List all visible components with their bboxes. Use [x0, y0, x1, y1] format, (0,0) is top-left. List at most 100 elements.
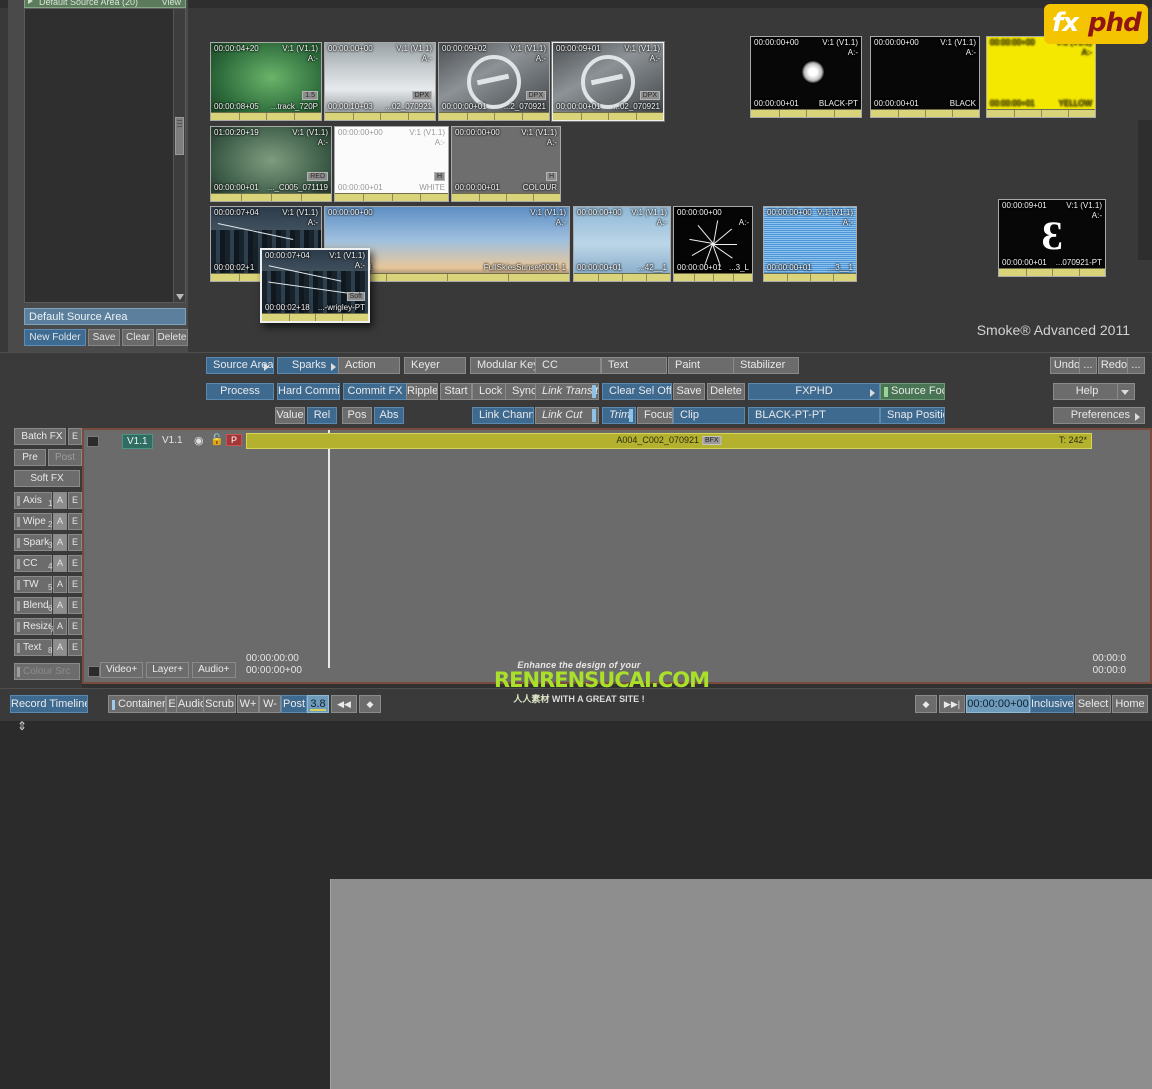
fx-axis-e-button[interactable]: E	[68, 492, 82, 509]
timeline-clip-body[interactable]	[330, 879, 1152, 1089]
thumbnail-clip[interactable]: 00:00:00+00 V:1 (V1.1) A:- 00:00:00+01 Y…	[986, 36, 1096, 118]
help-button[interactable]: Help	[1053, 383, 1121, 400]
undo-more-button[interactable]: ...	[1079, 357, 1097, 374]
thumbnail-clip[interactable]: 00:00:09+02 V:1 (V1.1) A:- DPX 00:00:00+…	[438, 42, 550, 121]
save-button[interactable]: Save	[673, 383, 705, 400]
link-cut-button[interactable]: Link Cut	[535, 407, 599, 424]
w-minus-button[interactable]: W-	[259, 695, 281, 713]
tab-sparks[interactable]: Sparks	[277, 357, 341, 374]
soft-fx-button[interactable]: Soft FX	[14, 470, 80, 487]
dragged-thumbnail-clip[interactable]: 00:00:07+04 V:1 (V1.1) A:- Soft 00:00:02…	[260, 248, 370, 323]
thumbnail-clip[interactable]: 00:00:00+00 V:1 (V1.1) A:- 00:00:00+01 .…	[763, 206, 857, 282]
fx-spark-a-button[interactable]: A	[53, 534, 67, 551]
fx-tw-e-button[interactable]: E	[68, 576, 82, 593]
redo-more-button[interactable]: ...	[1127, 357, 1145, 374]
delete-button[interactable]: Delete	[707, 383, 745, 400]
thumbnail-clip[interactable]: 00:00:00+00 A:- 00:00:00+01 ...3_L	[673, 206, 753, 282]
tab-action[interactable]: Action	[338, 357, 400, 374]
ripple-button[interactable]: Ripple	[406, 383, 438, 400]
fx-blend-e-button[interactable]: E	[68, 597, 82, 614]
post-button-bottom[interactable]: Post	[281, 695, 307, 713]
fx-item-resize[interactable]: Resize	[14, 618, 52, 635]
thumbnail-clip[interactable]: 00:00:00+00 V:1 (V1.1) A:- DPX 00:00:10+…	[324, 42, 436, 121]
link-channel-button[interactable]: Link Channel	[472, 407, 534, 424]
hard-commit-button[interactable]: Hard Commit	[277, 383, 340, 400]
container-button[interactable]: Container	[108, 695, 166, 713]
fx-item-spark[interactable]: Spark	[14, 534, 52, 551]
thumbnail-clip[interactable]: 00:00:00+00 V:1 (V1.1) A:- 00:00:00+01 B…	[750, 36, 862, 118]
pre-button[interactable]: Pre	[14, 449, 46, 466]
thumbnail-clip[interactable]: 00:00:00+00 V:1 (V1.1) A:- H 00:00:00+01…	[334, 126, 449, 202]
post-button[interactable]: Post	[48, 449, 82, 466]
track-badge[interactable]: V1.1	[122, 434, 153, 449]
batch-fx-button[interactable]: Batch FX	[14, 428, 66, 445]
tab-modular-keyer[interactable]: Modular Keyer	[470, 357, 536, 374]
thumbnail-clip[interactable]: 00:00:04+20 V:1 (V1.1) A:- 1.5 00:00:08+…	[210, 42, 322, 121]
lock-icon[interactable]: 🔓	[210, 433, 224, 446]
fx-item-wipe[interactable]: Wipe	[14, 513, 52, 530]
clip-button[interactable]: Clip	[673, 407, 745, 424]
tab-text[interactable]: Text	[601, 357, 667, 374]
preferences-button[interactable]: Preferences	[1053, 407, 1145, 424]
value-button[interactable]: Value	[275, 407, 305, 424]
tab-cc[interactable]: CC	[535, 357, 601, 374]
visibility-eye-icon[interactable]: ◉	[194, 434, 204, 447]
sync-button[interactable]: Sync	[505, 383, 537, 400]
fx-wipe-a-button[interactable]: A	[53, 513, 67, 530]
w-plus-button[interactable]: W+	[237, 695, 259, 713]
fx-text-a-button[interactable]: A	[53, 639, 67, 656]
scrub-button[interactable]: Scrub	[203, 695, 236, 713]
rel-button[interactable]: Rel	[307, 407, 337, 424]
step-forward-button[interactable]: ◆	[915, 695, 937, 713]
process-button[interactable]: Process	[206, 383, 274, 400]
playhead[interactable]	[324, 430, 334, 668]
fx-item-tw[interactable]: TW	[14, 576, 52, 593]
thumbnail-clip[interactable]: 01:00:20+19 V:1 (V1.1) A:- RED 00:00:00+…	[210, 126, 332, 202]
step-back-button[interactable]: ◆	[359, 695, 381, 713]
speed-field[interactable]: 3.8	[307, 695, 329, 713]
focus-button[interactable]: Focus	[637, 407, 673, 424]
thumbnail-clip[interactable]: 00:00:00+00 V:1 (V1.1) A:- 00:00:00+01 .…	[573, 206, 671, 282]
timeline-clip[interactable]: A004_C002_070921 BFX T: 242*	[246, 433, 1092, 449]
pos-button[interactable]: Pos	[342, 407, 372, 424]
batch-fx-edit-button[interactable]: E	[68, 428, 82, 445]
video-plus-button[interactable]: Video+	[100, 662, 144, 678]
fx-item-text[interactable]: Text	[14, 639, 52, 656]
prev-clip-button[interactable]: ◀◀	[331, 695, 357, 713]
select-button[interactable]: Select	[1075, 695, 1111, 713]
timeline-footer-toggle[interactable]	[88, 666, 100, 677]
clear-sel-offset-button[interactable]: Clear Sel Offset	[602, 383, 672, 400]
commit-fx-button[interactable]: Commit FX	[343, 383, 407, 400]
record-timeline-button[interactable]: Record Timeline	[10, 695, 88, 713]
fxphd-menu-button[interactable]: FXPHD	[748, 383, 880, 400]
fx-item-cc[interactable]: CC	[14, 555, 52, 572]
inclusive-button[interactable]: Inclusive	[1030, 695, 1074, 713]
fx-resize-a-button[interactable]: A	[53, 618, 67, 635]
source-focus-button[interactable]: Source Focus	[880, 383, 945, 400]
start-button[interactable]: Start	[440, 383, 472, 400]
trim-button[interactable]: Trim	[602, 407, 636, 424]
home-button[interactable]: Home	[1112, 695, 1148, 713]
thumbnail-clip[interactable]: 00:00:09+01 V:1 (V1.1) A:- DPX 00:00:00+…	[552, 42, 664, 121]
transport-timecode-field[interactable]: 00:00:00+00	[966, 695, 1030, 713]
fx-tw-a-button[interactable]: A	[53, 576, 67, 593]
help-dropdown-button[interactable]	[1117, 383, 1135, 400]
redo-button[interactable]: Redo	[1098, 357, 1130, 374]
play-to-end-button[interactable]: ▶▶|	[939, 695, 965, 713]
abs-button[interactable]: Abs	[374, 407, 404, 424]
tab-source-area[interactable]: Source Area	[206, 357, 274, 374]
snap-positioner-button[interactable]: Snap Positioner	[880, 407, 945, 424]
fx-item-axis[interactable]: Axis	[14, 492, 52, 509]
thumbnail-clip[interactable]: Ɛ 00:00:09+01 V:1 (V1.1) A:- 00:00:00+01…	[998, 199, 1106, 277]
fx-spark-e-button[interactable]: E	[68, 534, 82, 551]
thumbnail-clip[interactable]: 00:00:00+00 V:1 (V1.1) A:- 00:00:00+01 B…	[870, 36, 980, 118]
p-badge[interactable]: P	[226, 434, 243, 446]
fx-resize-e-button[interactable]: E	[68, 618, 82, 635]
thumbnail-clip[interactable]: 00:00:00+00 V:1 (V1.1) A:- H 00:00:00+01…	[451, 126, 561, 202]
fx-axis-a-button[interactable]: A	[53, 492, 67, 509]
tab-keyer[interactable]: Keyer	[404, 357, 466, 374]
fx-blend-a-button[interactable]: A	[53, 597, 67, 614]
track-toggle-icon[interactable]	[87, 436, 99, 447]
link-transition-button[interactable]: Link Transition	[535, 383, 599, 400]
layer-plus-button[interactable]: Layer+	[146, 662, 190, 678]
